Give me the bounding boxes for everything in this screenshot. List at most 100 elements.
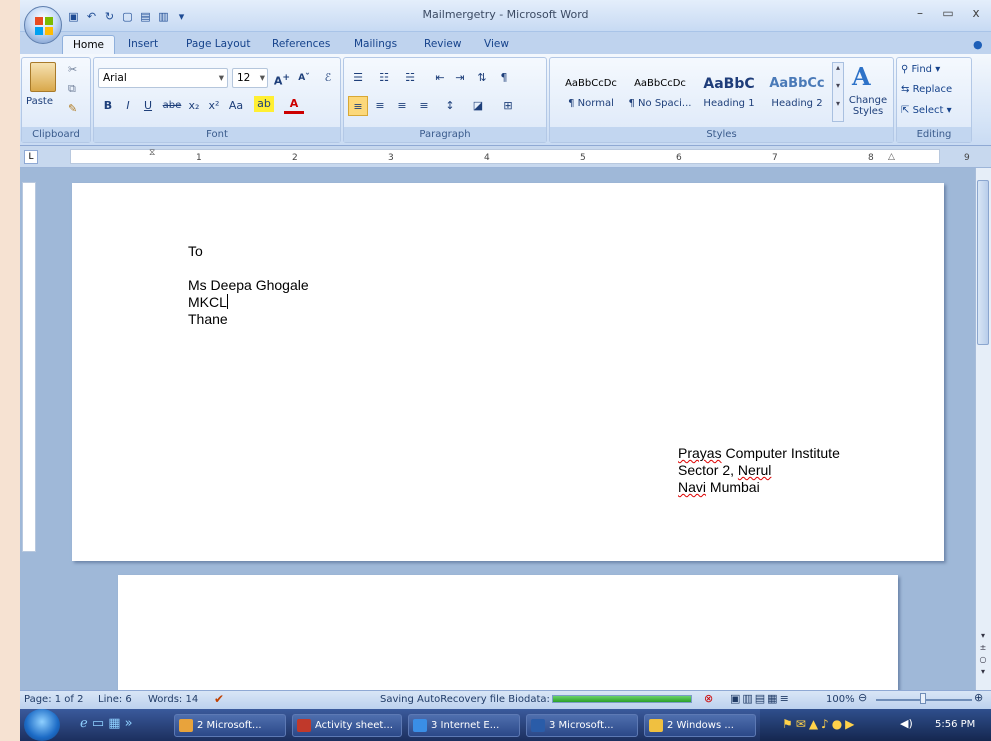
font-size-select[interactable]: 12 ▾: [232, 68, 268, 88]
paste-icon[interactable]: [30, 62, 56, 92]
cancel-save-icon[interactable]: ⊗: [704, 692, 713, 705]
office-logo-icon: [35, 17, 53, 35]
tray-icons[interactable]: ⚑✉▲♪●▶: [782, 717, 857, 731]
taskbar-item[interactable]: 2 Microsoft...: [174, 714, 286, 737]
taskbar-item[interactable]: Activity sheet...: [292, 714, 402, 737]
bullets-icon[interactable]: ☰: [348, 68, 368, 88]
change-case-icon[interactable]: Aa: [226, 96, 246, 116]
recipient-org: MKCL: [188, 294, 309, 311]
style-heading-1[interactable]: AaBbC Heading 1: [696, 70, 762, 124]
styles-label: Styles: [550, 127, 893, 142]
tab-view[interactable]: View: [474, 35, 519, 54]
proofing-icon[interactable]: ✔: [214, 692, 224, 706]
font-family-value: Arial: [103, 72, 127, 84]
tab-page-layout[interactable]: Page Layout: [176, 35, 260, 54]
strikethrough-icon[interactable]: abe: [162, 96, 182, 116]
minimize-button[interactable]: –: [908, 6, 932, 20]
volume-icon[interactable]: ◀): [900, 717, 913, 730]
style-no-spacing[interactable]: AaBbCcDc ¶ No Spaci...: [627, 70, 693, 124]
style-sample: AaBbCc: [769, 76, 825, 91]
justify-icon[interactable]: ≡: [414, 96, 434, 116]
office-button[interactable]: [24, 6, 62, 44]
shading-icon[interactable]: ◪: [468, 96, 488, 116]
clear-formatting-icon[interactable]: ℰ: [318, 68, 338, 88]
zoom-in-icon[interactable]: ⊕: [974, 691, 983, 704]
font-family-select[interactable]: Arial ▾: [98, 68, 228, 88]
style-normal[interactable]: AaBbCcDc ¶ Normal: [558, 70, 624, 124]
increase-indent-icon[interactable]: ⇥: [450, 68, 470, 88]
change-styles-button[interactable]: Change Styles: [848, 95, 888, 117]
select-button[interactable]: ⇱ Select ▾: [901, 105, 952, 116]
ruler-number: 8: [868, 153, 874, 163]
grow-font-icon[interactable]: A+: [272, 68, 292, 88]
scrollbar-thumb[interactable]: [977, 180, 989, 345]
zoom-slider-thumb[interactable]: [920, 693, 926, 704]
page-browse-controls[interactable]: ▾ ± ○ ▾: [978, 630, 988, 678]
tab-references[interactable]: References: [262, 35, 340, 54]
font-label: Font: [94, 127, 340, 142]
tab-insert[interactable]: Insert: [118, 35, 168, 54]
highlight-icon[interactable]: ab: [254, 96, 274, 112]
document-page-1[interactable]: To Ms Deepa Ghogale MKCL Thane Prayas Co…: [72, 183, 944, 561]
quick-launch-icons[interactable]: ℯ ▭ ▦ »: [80, 716, 133, 731]
taskbar-item[interactable]: 2 Windows ...: [644, 714, 756, 737]
tab-mailings[interactable]: Mailings: [344, 35, 407, 54]
borders-icon[interactable]: ⊞: [498, 96, 518, 116]
bold-icon[interactable]: B: [98, 96, 118, 116]
recipient-name: Ms Deepa Ghogale: [188, 277, 309, 293]
line-number[interactable]: Line: 6: [98, 694, 132, 705]
sort-icon[interactable]: ⇅: [472, 68, 492, 88]
decrease-indent-icon[interactable]: ⇤: [430, 68, 450, 88]
ruler-number: 9: [964, 153, 970, 163]
tab-selector[interactable]: L: [24, 150, 38, 164]
format-painter-icon[interactable]: ✎: [68, 102, 77, 115]
styles-scroll[interactable]: ▴ ▾ ▾: [832, 62, 844, 122]
font-color-icon[interactable]: A: [284, 96, 304, 114]
close-button[interactable]: x: [964, 6, 988, 20]
word-count[interactable]: Words: 14: [148, 694, 198, 705]
cursor-icon: ⇱: [901, 105, 910, 116]
replace-button[interactable]: ⇆ Replace: [901, 84, 952, 95]
multilevel-list-icon[interactable]: ☵: [400, 68, 420, 88]
italic-icon[interactable]: I: [118, 96, 138, 116]
clock[interactable]: 5:56 PM: [935, 719, 975, 730]
editing-label: Editing: [897, 127, 971, 142]
find-button[interactable]: ⚲ Find ▾: [901, 64, 940, 75]
align-left-icon[interactable]: ≡: [348, 96, 368, 116]
sender-address: Prayas Computer Institute Sector 2, Neru…: [678, 445, 840, 496]
shrink-font-icon[interactable]: Aˇ: [294, 68, 314, 88]
tab-review[interactable]: Review: [414, 35, 471, 54]
copy-icon[interactable]: ⧉: [68, 82, 76, 96]
numbering-icon[interactable]: ☷: [374, 68, 394, 88]
superscript-icon[interactable]: x²: [204, 96, 224, 116]
zoom-level[interactable]: 100%: [826, 694, 855, 705]
underline-icon[interactable]: U: [138, 96, 158, 116]
taskbar-item[interactable]: 3 Internet E...: [408, 714, 520, 737]
change-styles-icon[interactable]: A: [852, 62, 871, 91]
cut-icon[interactable]: ✂: [68, 63, 77, 76]
paste-button[interactable]: Paste: [26, 96, 53, 107]
zoom-out-icon[interactable]: ⊖: [858, 691, 867, 704]
right-indent-marker-icon[interactable]: △: [888, 152, 895, 162]
document-page-2[interactable]: [118, 575, 898, 705]
align-right-icon[interactable]: ≡: [392, 96, 412, 116]
start-button[interactable]: [24, 709, 60, 741]
app-icon: [179, 719, 193, 732]
style-heading-2[interactable]: AaBbCc Heading 2: [764, 70, 830, 124]
restore-button[interactable]: ▭: [936, 6, 960, 20]
help-icon[interactable]: ●: [973, 38, 983, 51]
clipboard-group: Paste ✂ ⧉ ✎ Clipboard: [21, 57, 91, 143]
chevron-down-icon: ▾: [218, 72, 224, 84]
line-spacing-icon[interactable]: ↕: [440, 96, 460, 116]
taskbar-item[interactable]: 3 Microsoft...: [526, 714, 638, 737]
tab-home[interactable]: Home: [62, 35, 116, 54]
align-center-icon[interactable]: ≡: [370, 96, 390, 116]
indent-marker-icon[interactable]: ⧖: [149, 148, 155, 158]
text-cursor: [226, 294, 228, 309]
subscript-icon[interactable]: x₂: [184, 96, 204, 116]
view-buttons[interactable]: ▣▥▤▦≡: [730, 692, 791, 705]
page-count[interactable]: Page: 1 of 2: [24, 694, 83, 705]
sender-text: Sector 2,: [678, 462, 738, 478]
show-formatting-icon[interactable]: ¶: [494, 68, 514, 88]
